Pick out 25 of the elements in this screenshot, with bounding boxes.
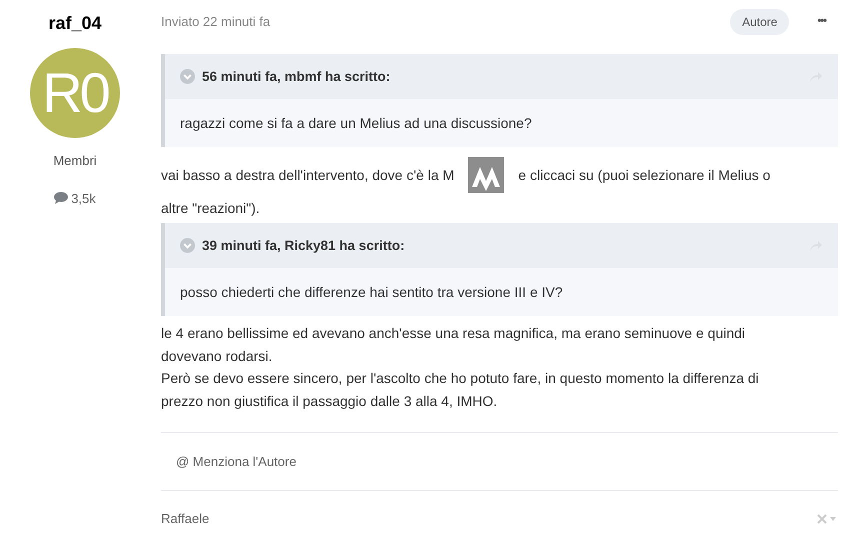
- member-group: Membri: [53, 151, 97, 170]
- post-text: prezzo non giustifica il passaggio dalle 3 alla 4, IMHO.: [161, 392, 498, 411]
- post-time: Inviato 22 minuti fa: [161, 12, 270, 31]
- quote-text: posso chiederti che differenze hai sentito tra versione III e IV?: [180, 282, 563, 302]
- post-text: e cliccaci su (puoi selezionare il Melius o: [518, 166, 770, 185]
- post-text: le 4 erano bellissime ed avevano anch'esse una resa magnifica, ma erano seminuove e quindi: [161, 324, 746, 344]
- more-options-button[interactable]: •••: [817, 13, 826, 30]
- author-name[interactable]: raf_04: [48, 10, 102, 37]
- post-text: altre "reazioni").: [161, 199, 261, 218]
- post-text: Però se devo essere sincero, per l'ascolto che ho potuto fare, in questo momento la differenza di: [161, 369, 760, 388]
- signature: Raffaele: [161, 510, 210, 528]
- quote-author: 39 minuti fa, Ricky81 ha scritto:: [202, 236, 405, 255]
- avatar-initials: R0: [42, 65, 108, 121]
- speech-bubble-icon: [54, 192, 68, 204]
- chevron-down-icon: [180, 69, 195, 84]
- mention-author-link[interactable]: @ Menziona l'Autore: [176, 452, 296, 472]
- close-icon[interactable]: [817, 514, 837, 524]
- post-count: 3,5k: [71, 190, 96, 208]
- quote-author: 56 minuti fa, mbmf ha scritto:: [202, 68, 390, 86]
- post-text: dovevano rodarsi.: [161, 346, 274, 366]
- reaction-icon: [468, 157, 504, 194]
- quote-text: ragazzi come si fa a dare un Melius ad una discussione?: [180, 114, 532, 133]
- chevron-down-icon: [180, 238, 195, 254]
- post-text: vai basso a destra dell'intervento, dove c'è la M: [161, 166, 454, 185]
- author-badge: Autore: [730, 8, 790, 35]
